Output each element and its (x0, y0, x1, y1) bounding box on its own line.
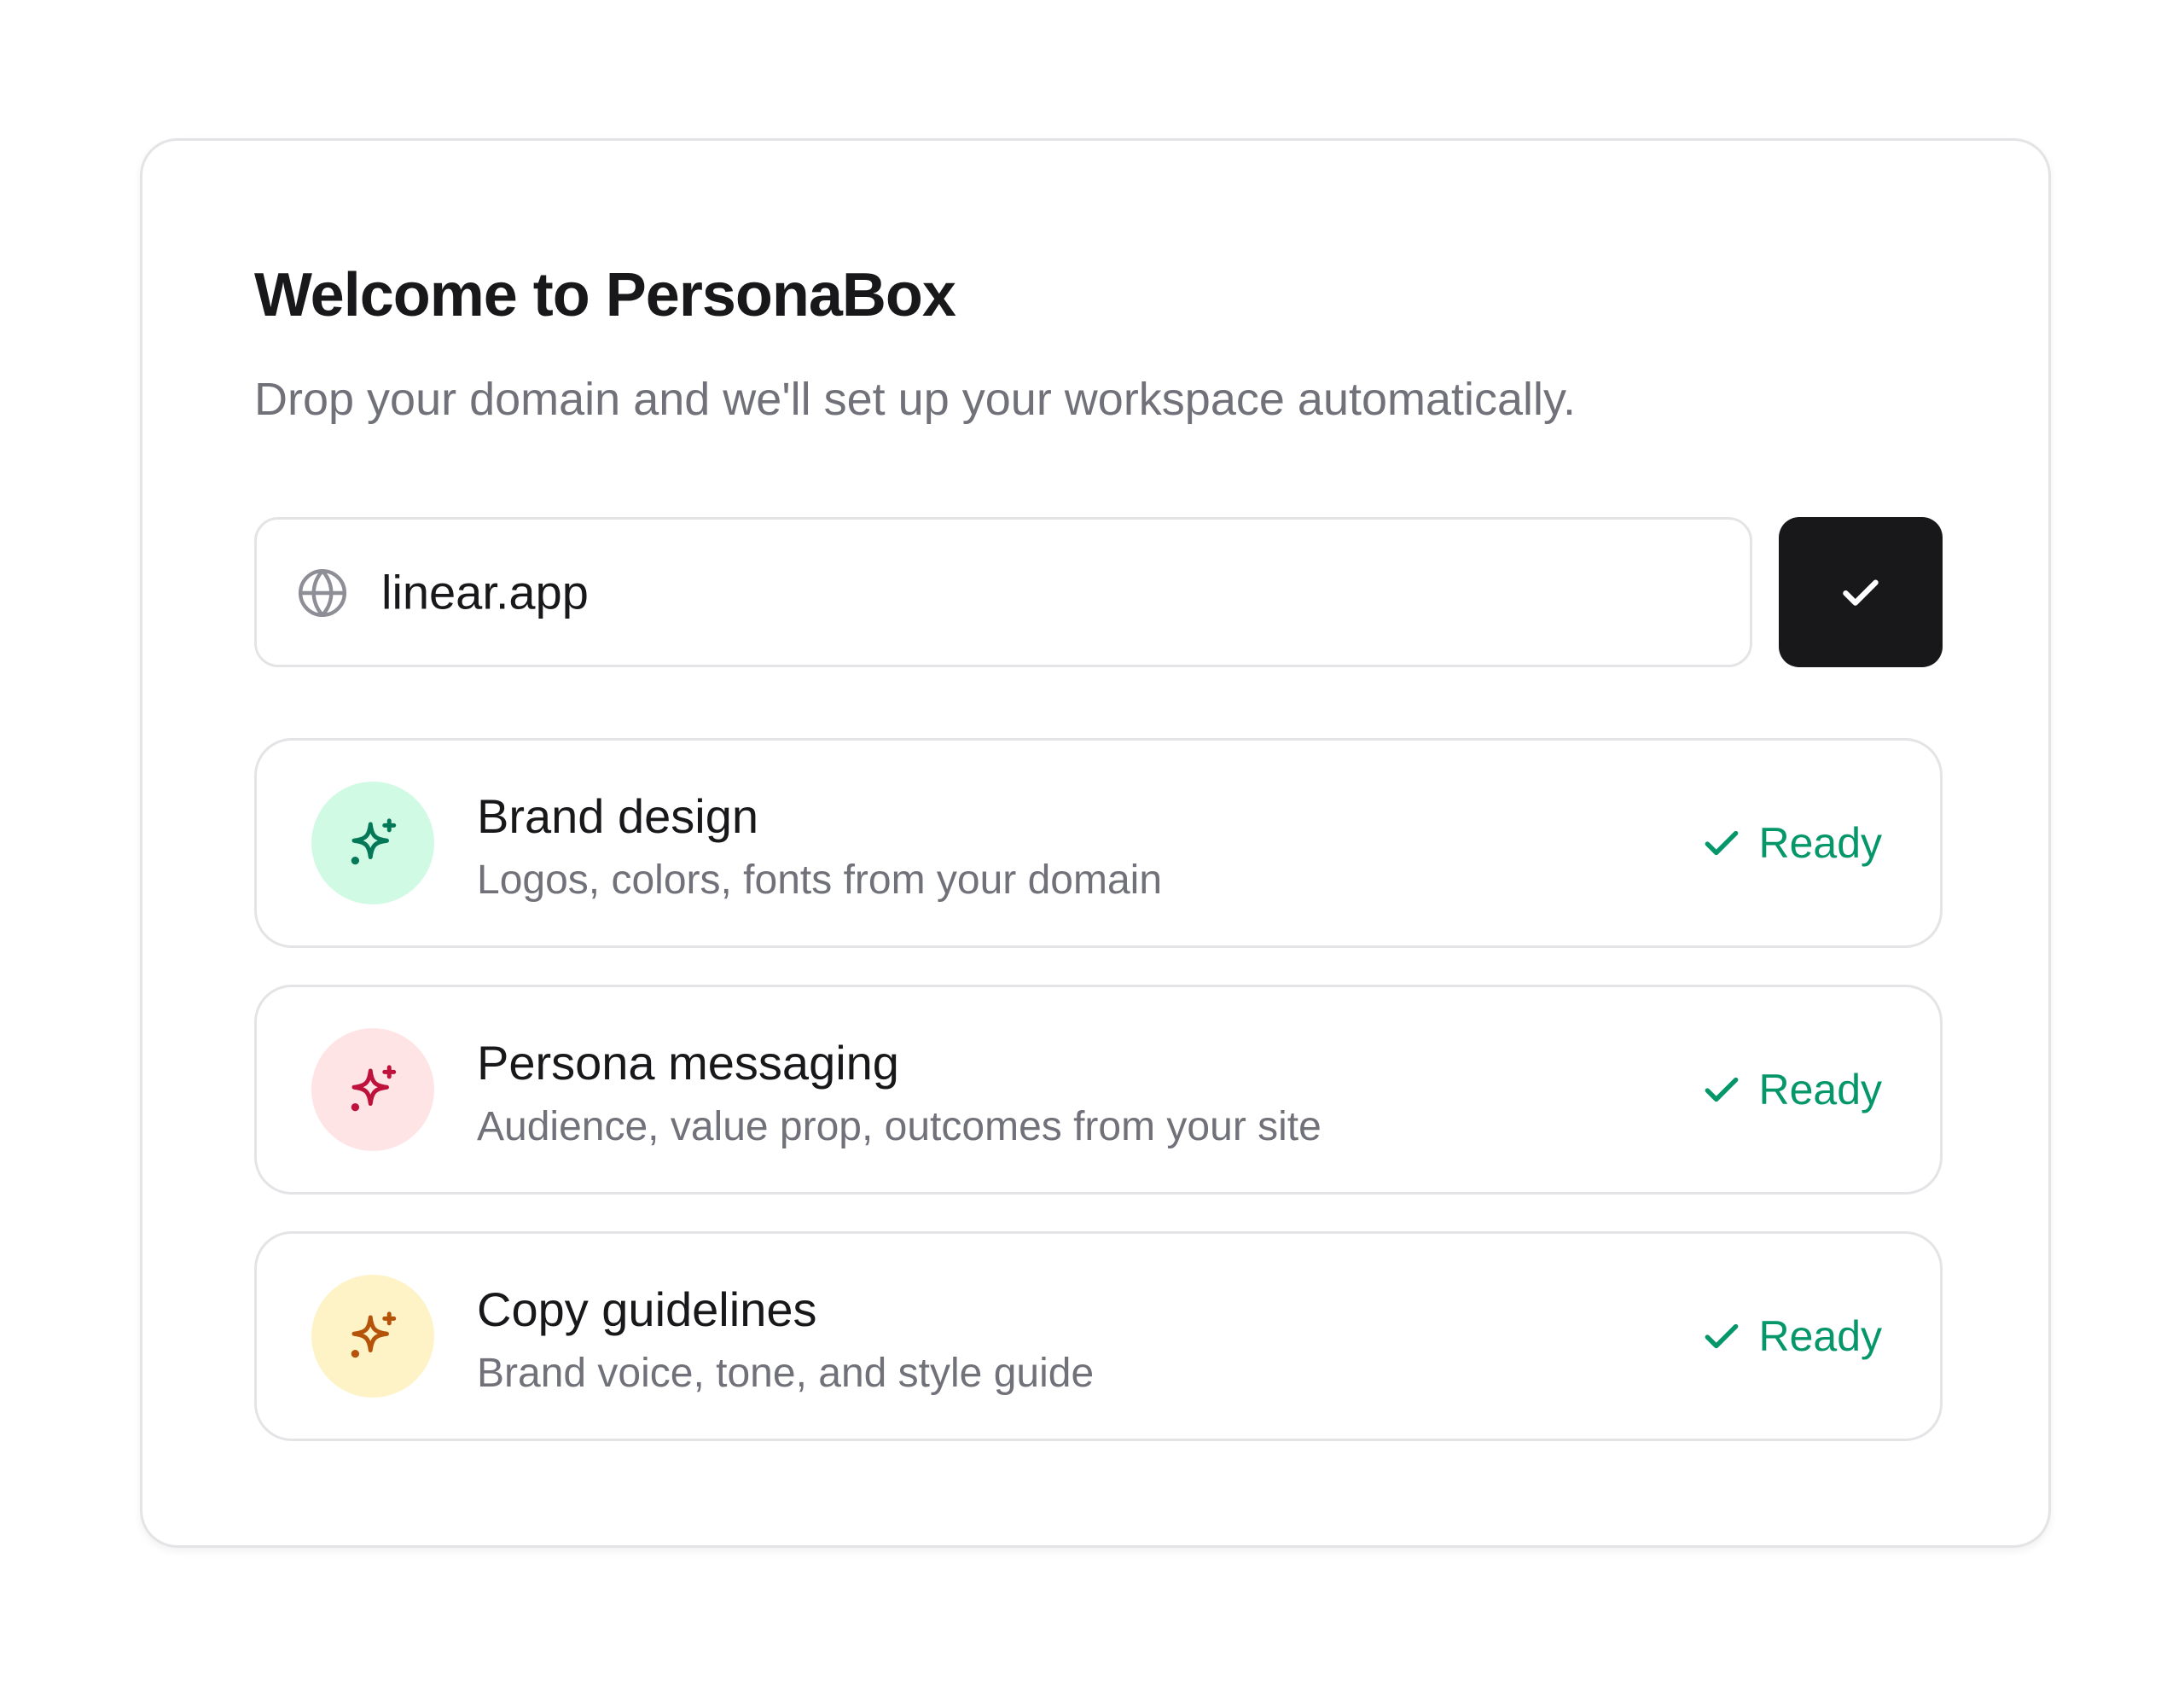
item-title: Brand design (477, 789, 759, 843)
submit-button[interactable] (1779, 517, 1943, 667)
check-icon (1705, 1077, 1739, 1102)
item-description: Brand voice, tone, and style guide (477, 1351, 1095, 1396)
setup-item-persona-messaging: Persona messaging Audience, value prop, … (254, 985, 1943, 1195)
item-title: Copy guidelines (477, 1282, 817, 1336)
item-title: Persona messaging (477, 1036, 899, 1090)
item-icon-badge (311, 1275, 434, 1398)
status-label: Ready (1758, 1066, 1882, 1113)
globe-icon (296, 567, 349, 619)
item-description: Logos, colors, fonts from your domain (477, 858, 1163, 903)
status-badge: Ready (1700, 1065, 1882, 1114)
page-title: Welcome to PersonaBox (254, 261, 956, 329)
onboarding-card: Welcome to PersonaBox Drop your domain a… (140, 138, 2051, 1548)
item-description: Audience, value prop, outcomes from your… (477, 1104, 1321, 1149)
check-icon (1705, 1323, 1739, 1349)
setup-item-brand-design: Brand design Logos, colors, fonts from y… (254, 738, 1943, 948)
check-icon (1843, 579, 1879, 606)
setup-item-copy-guidelines: Copy guidelines Brand voice, tone, and s… (254, 1231, 1943, 1441)
sparkles-icon (351, 1065, 397, 1112)
item-icon-badge (311, 1028, 434, 1151)
domain-input[interactable]: linear.app (254, 517, 1752, 667)
check-icon (1705, 830, 1739, 856)
status-label: Ready (1758, 1312, 1882, 1360)
domain-value[interactable]: linear.app (381, 565, 589, 620)
status-badge: Ready (1700, 1311, 1882, 1361)
item-icon-badge (311, 782, 434, 904)
status-label: Ready (1758, 819, 1882, 867)
sparkles-icon (351, 1311, 397, 1358)
status-badge: Ready (1700, 818, 1882, 868)
sparkles-icon (351, 818, 397, 865)
page-subtitle: Drop your domain and we'll set up your w… (254, 374, 1577, 425)
